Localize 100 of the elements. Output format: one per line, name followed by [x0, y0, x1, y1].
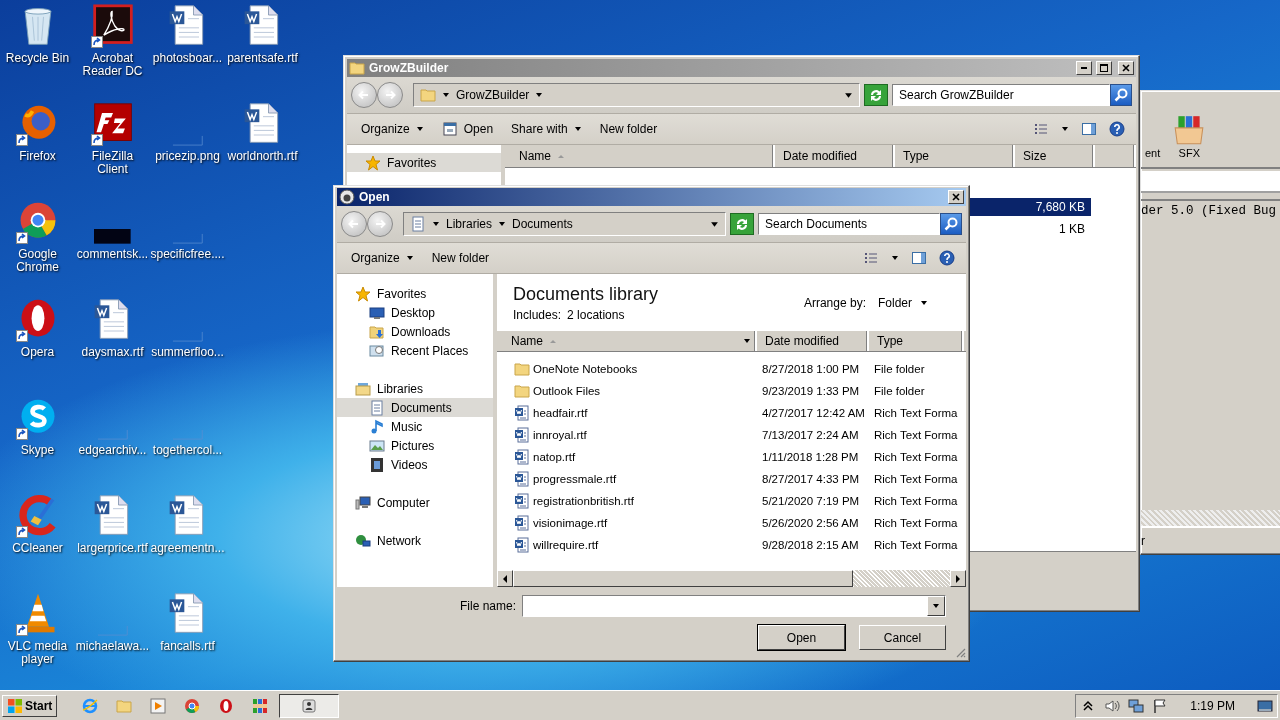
- breadcrumb-item[interactable]: Libraries: [446, 217, 493, 231]
- file-row[interactable]: 7,680 KB: [970, 198, 1091, 216]
- shortcut-arrow-icon: [15, 624, 28, 636]
- desktop-shortcut[interactable]: Recycle Bin: [0, 4, 75, 65]
- show-desktop-icon[interactable]: [1257, 697, 1273, 714]
- column-header[interactable]: Size: [1015, 145, 1095, 167]
- nav-item[interactable]: Computer: [337, 493, 493, 512]
- desktop-shortcut[interactable]: parentsafe.rtf: [225, 4, 300, 65]
- refresh-button[interactable]: [864, 84, 888, 106]
- column-header[interactable]: Type: [895, 145, 1015, 167]
- desktop-shortcut[interactable]: photosboar...: [150, 4, 225, 65]
- desktop-shortcut[interactable]: Opera: [0, 298, 75, 359]
- toolbar-button[interactable]: New folder: [591, 119, 666, 139]
- toolbar-button[interactable]: SFX: [1168, 113, 1211, 159]
- file-name-cell[interactable]: headfair.rtf: [497, 405, 757, 421]
- left-arrow-icon[interactable]: [501, 574, 509, 583]
- desktop-shortcut[interactable]: daysmax.rtf: [75, 298, 150, 359]
- nav-item[interactable]: Network: [337, 531, 493, 550]
- nav-item[interactable]: Documents: [337, 398, 493, 417]
- search-field[interactable]: Search GrowZBuilder: [892, 84, 1110, 106]
- nav-item[interactable]: Libraries: [337, 379, 493, 398]
- desktop-shortcut[interactable]: VLC media player: [0, 592, 75, 666]
- nav-item[interactable]: Favorites: [347, 153, 501, 172]
- speaker-icon[interactable]: [1104, 697, 1121, 714]
- nav-item[interactable]: Pictures: [337, 436, 493, 455]
- column-menu-icon[interactable]: [743, 337, 751, 345]
- toolbar-button[interactable]: New folder: [423, 248, 498, 268]
- toolbar-button[interactable]: Organize: [343, 248, 422, 268]
- file-name-cell[interactable]: natop.rtf: [497, 449, 757, 465]
- file-name-cell[interactable]: visionimage.rtf: [497, 515, 757, 531]
- clock[interactable]: 1:19 PM: [1176, 698, 1249, 713]
- desktop-shortcut[interactable]: commentsk...: [75, 200, 150, 261]
- address-bar[interactable]: Libraries Documents: [403, 212, 726, 236]
- column-header[interactable]: Date modified: [757, 331, 869, 351]
- right-arrow-icon[interactable]: [954, 574, 962, 583]
- back-button[interactable]: [341, 211, 367, 237]
- computer-icon: [355, 494, 371, 511]
- desktop-shortcut[interactable]: Firefox: [0, 102, 75, 163]
- address-field[interactable]: [1141, 171, 1280, 193]
- dropdown-arrow-icon[interactable]: [932, 602, 940, 610]
- back-button[interactable]: [351, 82, 377, 108]
- column-header[interactable]: Date modified: [775, 145, 895, 167]
- start-button[interactable]: Start: [2, 694, 58, 717]
- breadcrumb-item[interactable]: Documents: [512, 217, 573, 231]
- toolbar-button[interactable]: Share with: [503, 119, 590, 139]
- scrollbar[interactable]: [1141, 510, 1280, 526]
- desktop-shortcut[interactable]: summerfloo...: [150, 298, 225, 359]
- desktop-shortcut[interactable]: Google Chrome: [0, 200, 75, 274]
- address-bar[interactable]: GrowZBuilder: [413, 83, 860, 107]
- search-button[interactable]: [940, 213, 962, 235]
- scroll-thumb[interactable]: [513, 570, 853, 587]
- toolbar-button[interactable]: Open: [433, 118, 502, 140]
- nav-item[interactable]: Desktop: [337, 303, 493, 322]
- breadcrumb-item[interactable]: GrowZBuilder: [456, 88, 530, 102]
- network-icon[interactable]: [1128, 697, 1145, 714]
- date-cell-text: 8/27/2018 1:00 PM: [761, 363, 861, 375]
- toolbar-button[interactable]: Organize: [353, 119, 432, 139]
- horizontal-scrollbar[interactable]: [497, 570, 966, 587]
- file-name-cell[interactable]: Outlook Files: [497, 383, 757, 399]
- search-button[interactable]: [1110, 84, 1132, 106]
- resize-grip-icon[interactable]: [954, 646, 966, 658]
- forward-button[interactable]: [367, 211, 393, 237]
- desktop-shortcut[interactable]: Skype: [0, 396, 75, 457]
- desktop-shortcut[interactable]: edgearchiv...: [75, 396, 150, 457]
- file-name-cell[interactable]: innroyal.rtf: [497, 427, 757, 443]
- file-name-cell[interactable]: registrationbritish.rtf: [497, 493, 757, 509]
- desktop-shortcut[interactable]: michaelawa...: [75, 592, 150, 653]
- column-header[interactable]: Type: [869, 331, 964, 351]
- close-button[interactable]: [948, 190, 964, 204]
- file-name-cell[interactable]: progressmale.rtf: [497, 471, 757, 487]
- dialog-button[interactable]: Cancel: [859, 625, 946, 650]
- nav-item[interactable]: Recent Places: [337, 341, 493, 360]
- nav-item[interactable]: Downloads: [337, 322, 493, 341]
- taskbar-button[interactable]: [279, 693, 340, 718]
- nav-item[interactable]: Favorites: [337, 284, 493, 303]
- file-row[interactable]: 1 KB: [970, 220, 1091, 238]
- desktop-shortcut[interactable]: pricezip.png: [150, 102, 225, 163]
- refresh-icon: [868, 87, 884, 103]
- file-name-cell[interactable]: OneNote Notebooks: [497, 361, 757, 377]
- desktop-shortcut[interactable]: Acrobat Reader DC: [75, 4, 150, 78]
- dropdown-arrow-icon[interactable]: [844, 90, 853, 100]
- refresh-button[interactable]: [730, 213, 754, 235]
- flag-icon[interactable]: [1152, 697, 1169, 714]
- toolbar-button[interactable]: ent: [1141, 113, 1165, 159]
- dialog-button[interactable]: Open: [758, 625, 845, 650]
- column-header[interactable]: Name: [497, 331, 757, 351]
- desktop-shortcut[interactable]: FileZilla Client: [75, 102, 150, 176]
- arrange-dropdown[interactable]: Folder: [876, 293, 930, 312]
- nav-item[interactable]: Videos: [337, 455, 493, 474]
- locations-link[interactable]: 2 locations: [567, 307, 625, 322]
- desktop-shortcut[interactable]: specificfree....: [150, 200, 225, 261]
- search-field[interactable]: Search Documents: [758, 213, 940, 235]
- dropdown-arrow-icon[interactable]: [710, 219, 719, 229]
- file-name-field[interactable]: [522, 595, 946, 617]
- column-header[interactable]: Name: [505, 145, 775, 167]
- desktop-shortcut[interactable]: CCleaner: [0, 494, 75, 555]
- forward-button[interactable]: [377, 82, 403, 108]
- file-name-cell[interactable]: willrequire.rtf: [497, 537, 757, 553]
- nav-item[interactable]: Music: [337, 417, 493, 436]
- desktop-shortcut[interactable]: worldnorth.rtf: [225, 102, 300, 163]
